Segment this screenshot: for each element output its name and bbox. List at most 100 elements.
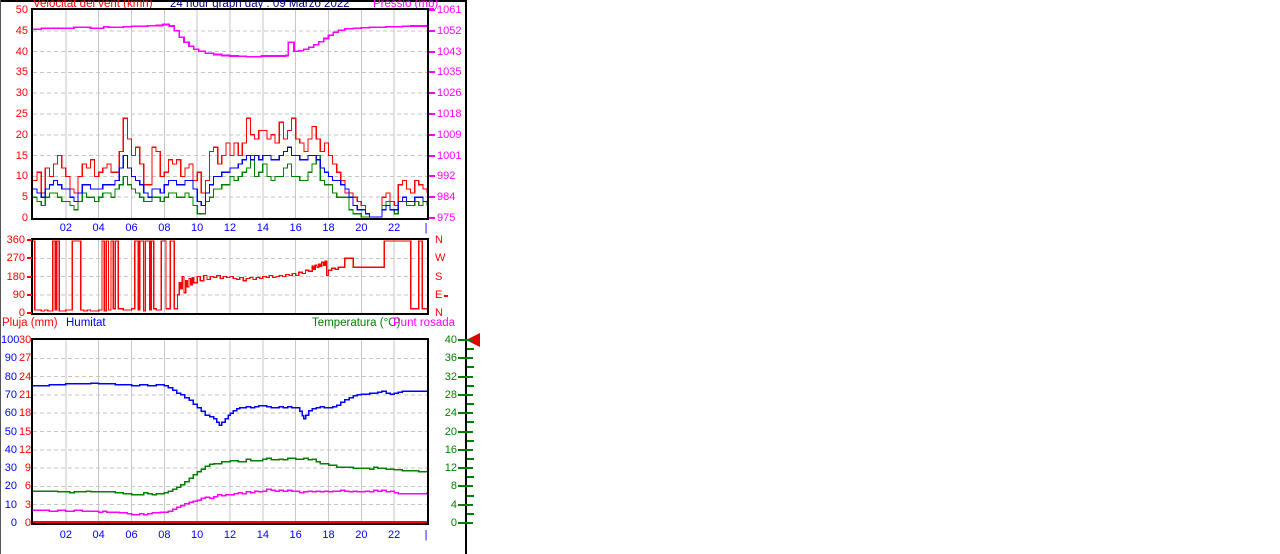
wind-axis-label: 45 [15, 24, 28, 37]
temperature-axis-label: 12 [444, 462, 457, 475]
x-tick-label: 18 [322, 529, 335, 541]
x-tick-label: 16 [289, 529, 302, 541]
compass-axis-label: N [435, 234, 443, 246]
direction-axis-tick [27, 257, 32, 260]
wind-axis-label: 40 [15, 45, 28, 58]
wind-axis-label: 0 [21, 212, 28, 224]
humidity-axis-label: 0 [10, 517, 17, 529]
humidity-axis-label: 20 [4, 480, 17, 493]
pressure-axis-label: 1009 [437, 128, 462, 141]
temperature-axis-tick [458, 393, 473, 396]
pressure-axis-label: 1026 [437, 87, 462, 100]
rain-axis-label: 12 [19, 443, 32, 456]
x-tick-label: 06 [125, 529, 138, 541]
rain-axis-label: 18 [19, 407, 32, 420]
x-tick-label: 20 [355, 222, 368, 234]
direction-axis-tick [27, 239, 32, 241]
temperature-axis-minor-tick [467, 439, 474, 442]
weather-graphs-page: Velocitat del vent (kmh) 24 hour graph d… [0, 0, 1280, 554]
temperature-axis-tick [458, 412, 473, 415]
x-tick-label: 06 [125, 222, 138, 234]
x-tick-label: 22 [388, 529, 401, 541]
pressure-axis-tick [429, 29, 435, 32]
pressure-axis-tick [429, 154, 435, 157]
temperature-axis-tick [458, 375, 473, 378]
direction-axis-tick [27, 293, 32, 296]
compass-axis-label: N [435, 307, 443, 319]
rain-axis-label: 9 [24, 462, 31, 475]
humidity-axis-label: 50 [4, 425, 17, 438]
humidity-axis-label: 10 [4, 498, 17, 511]
direction-axis-label: 270 [6, 252, 25, 265]
temperature-axis-label: 36 [444, 352, 457, 365]
pressure-axis-tick [429, 175, 435, 178]
direction-axis-minor-tick [444, 295, 448, 297]
pressure-axis-label: 1001 [437, 149, 462, 162]
pressure-axis-label: 1061 [437, 4, 462, 16]
rain-axis-label: 30 [19, 334, 32, 346]
humidity-axis-label: 40 [4, 443, 17, 456]
direction-axis-tick [27, 312, 32, 314]
temperature-axis-label: 28 [444, 388, 457, 401]
direction-axis-label: 360 [6, 234, 25, 246]
x-tick-label: 08 [158, 222, 171, 234]
temperature-axis-minor-tick [467, 512, 474, 515]
humidity-axis-label: 60 [4, 407, 17, 420]
temperature-axis-minor-tick [467, 403, 474, 406]
compass-axis-label: S [435, 270, 443, 283]
temperature-axis-label: 4 [450, 498, 457, 511]
wind-axis-label: 10 [15, 170, 28, 183]
pressure-axis-label: 992 [437, 170, 456, 183]
x-tick-label: 08 [158, 529, 171, 541]
x-tick-label: 14 [256, 222, 269, 234]
wind-axis-label: 30 [15, 87, 28, 100]
pressure-axis-tick [429, 50, 435, 53]
temperature-axis-tick [458, 485, 473, 488]
rain-axis-label: 24 [19, 370, 32, 383]
wind-axis-label: 15 [15, 149, 28, 162]
temperature-axis-minor-tick [467, 366, 474, 369]
humidity-axis-label: 100 [1, 334, 20, 346]
x-tick-label: 02 [59, 529, 72, 541]
x-tick-label: 22 [388, 222, 401, 234]
pressure-axis-tick [429, 196, 435, 199]
temperature-axis-minor-tick [467, 421, 474, 424]
temperature-axis-minor-tick [467, 476, 474, 479]
x-tick-label: 14 [256, 529, 269, 541]
x-tick-label: 10 [191, 529, 204, 541]
wind-axis-label: 20 [15, 128, 28, 141]
x-tick-label: 04 [92, 529, 105, 541]
x-tick-label: 04 [92, 222, 105, 234]
rain-axis-label: 6 [24, 480, 31, 493]
direction-axis-label: 90 [12, 288, 25, 301]
pressure-axis-label: 1018 [437, 108, 462, 120]
temperature-axis-tick [458, 339, 473, 341]
rain-axis-label: 21 [19, 388, 32, 401]
x-tick-label: 16 [289, 222, 302, 234]
pressure-axis-tick [429, 133, 435, 136]
x-tick-label: 12 [223, 222, 237, 234]
direction-axis-tick [27, 275, 32, 278]
temperature-axis-tick [458, 357, 473, 360]
wind-axis-label: 35 [15, 66, 28, 79]
temperature-axis-minor-tick [467, 348, 474, 351]
legend-temperature: Temperatura (°C) [312, 317, 401, 329]
temperature-axis-label: 16 [444, 443, 457, 456]
rain-axis-label: 15 [19, 425, 32, 438]
temperature-axis-minor-tick [467, 384, 474, 387]
pressure-axis-tick [429, 113, 435, 115]
pressure-axis-label: 984 [437, 191, 456, 204]
temperature-axis-label: 0 [450, 517, 457, 529]
x-tick-label: 02 [59, 222, 72, 234]
temperature-axis-minor-tick [467, 457, 474, 460]
temperature-axis-label: 32 [444, 370, 457, 383]
humidity-axis-label: 80 [4, 370, 17, 383]
pressure-axis-tick [429, 9, 435, 11]
pressure-axis-label: 1052 [437, 24, 462, 37]
temperature-axis-label: 24 [444, 407, 457, 420]
humidity-axis-label: 30 [4, 462, 17, 475]
temperature-axis-tick [458, 503, 473, 506]
temperature-axis-tick [458, 522, 473, 524]
direction-axis-label: 0 [18, 307, 25, 319]
rain-axis-label: 3 [24, 498, 31, 511]
